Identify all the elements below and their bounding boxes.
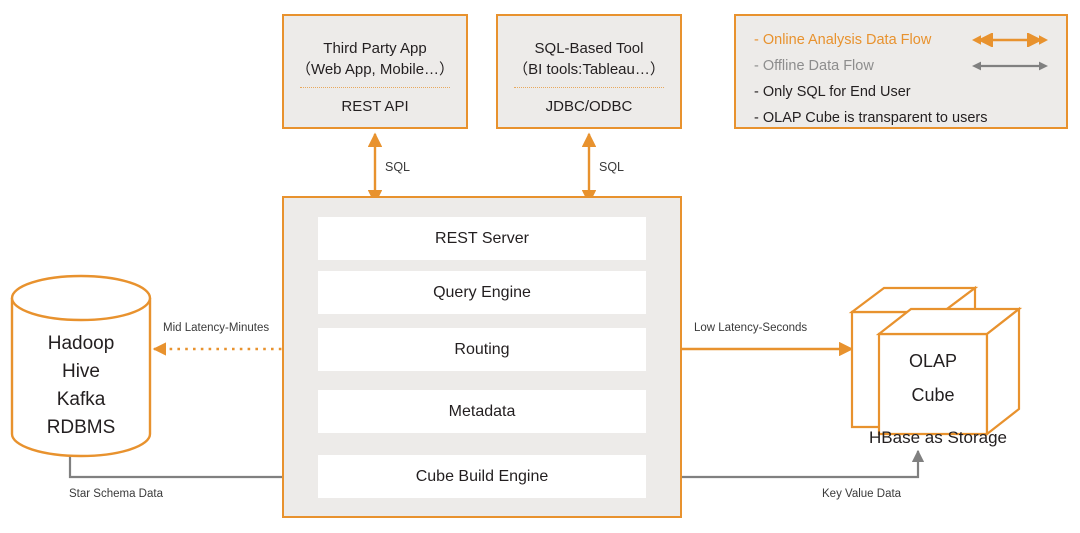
engine-layer-label: Metadata — [448, 402, 516, 420]
cylinder-line-hive: Hive — [61, 361, 100, 382]
legend-item-online-analysis: - Online Analysis Data Flow — [736, 27, 1066, 53]
engine-layer-routing[interactable]: Routing — [318, 328, 646, 371]
client-divider — [300, 87, 450, 88]
engine-layer-query-engine[interactable]: Query Engine — [318, 271, 646, 314]
engine-layer-rest-server[interactable]: REST Server — [318, 217, 646, 260]
client-title-line2: （Web App, Mobile…） — [295, 61, 455, 78]
star-schema-label: Star Schema Data — [69, 488, 163, 500]
double-arrow-gray-icon — [972, 61, 1048, 71]
legend-item-offline-data-flow: - Offline Data Flow — [736, 53, 1066, 79]
legend-item-label: - Offline Data Flow — [754, 58, 874, 74]
mid-latency-label: Mid Latency-Minutes — [163, 322, 270, 334]
hbase-storage-caption: HBase as Storage — [869, 428, 1007, 447]
client-title-line1: SQL-Based Tool — [534, 40, 644, 57]
legend-item-label: - OLAP Cube is transparent to users — [754, 110, 988, 126]
client-protocol-label: REST API — [341, 98, 409, 115]
cube-line-olap: OLAP — [908, 351, 958, 371]
hadoop-cylinder-labels: Hadoop Hive Kafka RDBMS — [12, 330, 150, 440]
key-value-arrow — [648, 449, 925, 479]
legend-item-olap-transparent: - OLAP Cube is transparent to users — [736, 105, 1066, 131]
client-box-sql-based-tool[interactable]: SQL-Based Tool （BI tools:Tableau…） JDBC/… — [496, 14, 682, 129]
client-divider — [514, 87, 664, 88]
cylinder-line-hadoop: Hadoop — [47, 333, 115, 354]
engine-layer-label: Routing — [454, 340, 510, 358]
double-arrow-orange-icon — [972, 33, 1048, 47]
key-value-label: Key Value Data — [822, 488, 902, 500]
legend-item-label: - Online Analysis Data Flow — [754, 32, 932, 48]
engine-layer-label: Cube Build Engine — [415, 467, 549, 485]
olap-cube-labels: OLAP Cube — [879, 342, 987, 412]
client-protocol-label: JDBC/ODBC — [545, 98, 633, 115]
sql-label-left: SQL — [385, 160, 411, 174]
sql-label-right: SQL — [599, 160, 625, 174]
client-box-third-party-app[interactable]: Third Party App （Web App, Mobile…） REST … — [282, 14, 468, 129]
cylinder-line-rdbms: RDBMS — [46, 417, 116, 438]
engine-layer-cube-build-engine[interactable]: Cube Build Engine — [318, 455, 646, 498]
legend-item-only-sql: - Only SQL for End User — [736, 79, 1066, 105]
legend-item-label: - Only SQL for End User — [754, 84, 911, 100]
cube-line-cube: Cube — [911, 385, 955, 405]
client-title-line1: Third Party App — [323, 40, 427, 57]
low-latency-label: Low Latency-Seconds — [694, 322, 808, 334]
engine-layer-label: REST Server — [435, 229, 529, 247]
client-title-line2: （BI tools:Tableau…） — [513, 61, 665, 78]
engine-layer-label: Query Engine — [433, 283, 531, 301]
cylinder-line-kafka: Kafka — [56, 389, 106, 410]
architecture-diagram: Third Party App （Web App, Mobile…） REST … — [0, 0, 1080, 533]
engine-layer-metadata[interactable]: Metadata — [318, 390, 646, 433]
legend-panel: - Online Analysis Data Flow - Offline Da… — [734, 14, 1068, 129]
